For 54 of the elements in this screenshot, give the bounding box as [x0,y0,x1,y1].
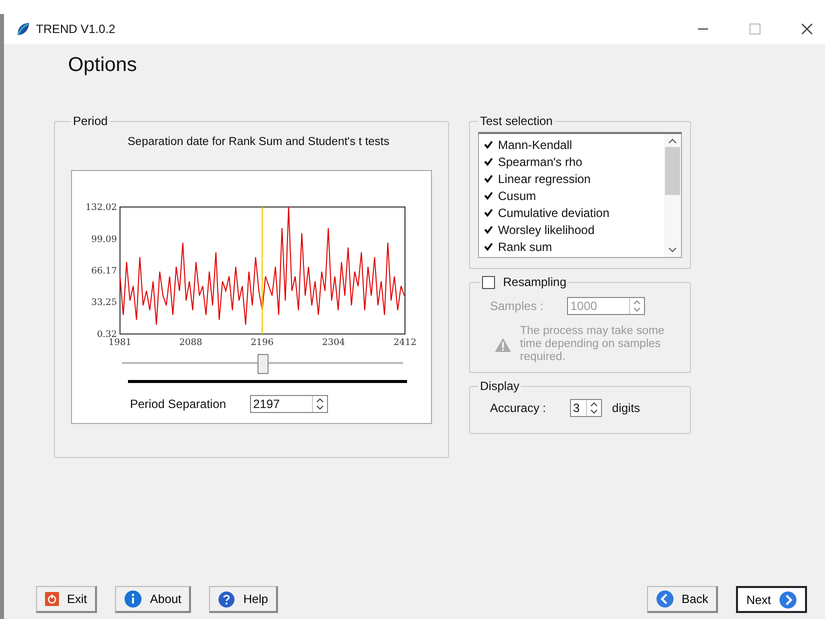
period-spinbox[interactable]: 2197 [250,395,328,413]
axis-tick-label: 99.09 [91,234,117,245]
field-label: Samples : [490,299,544,313]
slider-thumb[interactable] [257,354,268,374]
group-label: Display [479,379,520,393]
test-option[interactable]: Cumulative deviation [483,204,660,221]
caption-text: Separation date for Rank Sum and Student's t tests [126,136,390,148]
period-slider[interactable] [122,354,403,376]
power-icon [45,592,59,606]
unit-label: digits [612,401,640,415]
resampling-checkbox[interactable]: Resampling [480,275,568,289]
scroll-up-icon[interactable] [668,138,677,144]
checkbox[interactable] [483,207,494,218]
scroll-down-icon[interactable] [668,247,677,253]
checkbox[interactable] [483,224,494,235]
group-label: Period [72,114,109,128]
checkbox[interactable] [483,173,494,184]
axis-tick-label: 1981 [108,338,132,348]
next-button[interactable]: Next [736,586,807,613]
leaf-logo-icon [16,22,30,36]
help-button[interactable]: Help [209,586,278,613]
axis-tick-label: 2088 [179,338,202,348]
checkbox[interactable] [483,241,494,252]
info-icon [124,590,142,608]
field-label: Accuracy : [490,401,546,415]
close-icon[interactable] [801,23,813,35]
test-option[interactable]: Spearman's rho [483,153,660,170]
scrollbar[interactable] [664,134,681,257]
test-option[interactable]: Rank sum [483,238,660,255]
test-option[interactable]: Cusum [483,187,660,204]
warning-text: The process may take some time depending on samples required. [520,325,666,364]
help-icon [218,590,236,608]
accuracy-spinbox[interactable]: 3 [570,399,602,417]
axis-tick-label: 2412 [394,338,416,348]
test-option[interactable]: Mann-Kendall [483,136,660,153]
checkbox[interactable] [483,190,494,201]
window-title: TREND V1.0.2 [36,22,116,36]
axis-tick-label: 2304 [322,338,346,348]
page-heading: Options [68,54,138,78]
axis-tick-label: 33.25 [91,298,117,308]
axis-tick-label: 0.32 [96,330,117,340]
checkbox[interactable] [483,139,494,150]
axis-tick-label: 132.02 [86,203,117,213]
test-option[interactable]: Linear regression [483,170,660,187]
axis-tick-label: 2196 [250,338,274,348]
checkbox[interactable] [483,156,494,167]
axis-tick-label: 66.17 [91,266,117,276]
exit-button[interactable]: Exit [36,586,98,613]
about-button[interactable]: About [115,586,192,613]
group-label: Test selection [479,114,554,128]
back-button[interactable]: Back [646,586,718,613]
field-label: Period Separation [130,397,226,411]
test-option[interactable]: Worsley likelihood [483,221,660,238]
warning-icon [494,336,512,352]
